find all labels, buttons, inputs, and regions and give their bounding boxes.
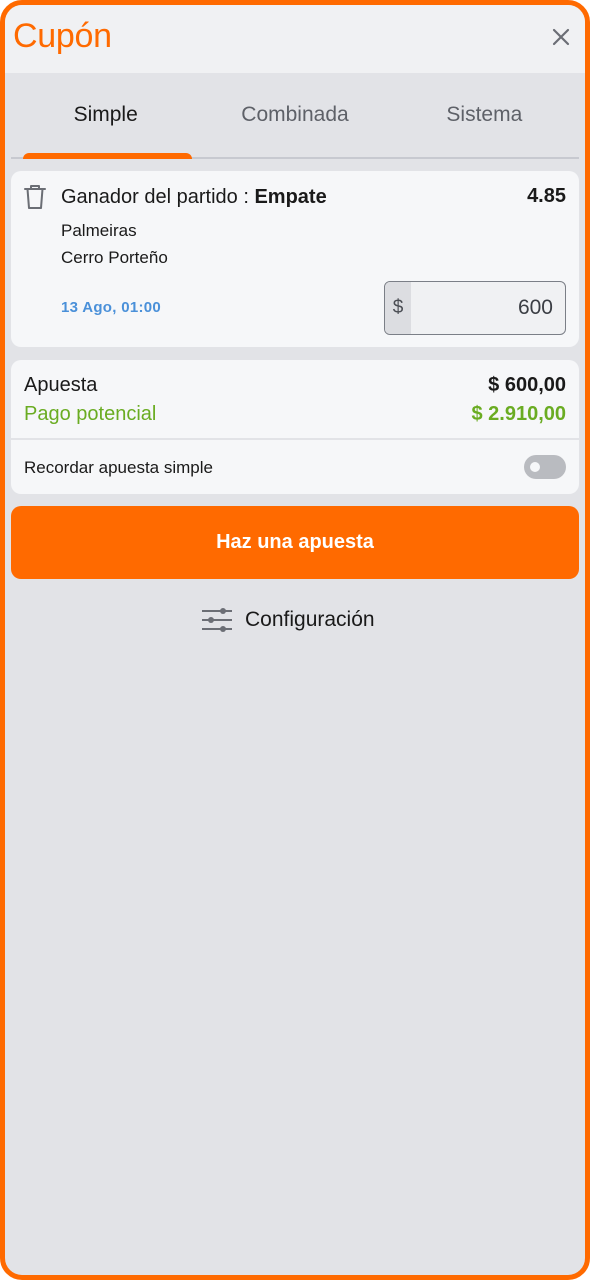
market-name: Ganador del partido : Empate	[61, 186, 327, 209]
remember-stake-toggle[interactable]	[524, 455, 566, 479]
active-tab-indicator	[23, 153, 193, 159]
stake-input[interactable]: $ 600	[384, 281, 566, 335]
bet-summary-card: Apuesta $ 600,00 Pago potencial $ 2.910,…	[11, 360, 579, 494]
tab-label: Combinada	[241, 103, 349, 126]
tab-sistema[interactable]: Sistema	[390, 73, 579, 157]
currency-prefix: $	[385, 282, 411, 334]
bet-selection-card: Ganador del partido : Empate 4.85 Palmei…	[11, 171, 579, 347]
match-date: 13 Ago, 01:00	[61, 299, 162, 316]
close-icon	[552, 28, 570, 46]
page-title: Cupón	[13, 17, 112, 55]
team-home: Palmeiras	[61, 221, 137, 240]
settings-label: Configuración	[245, 608, 375, 631]
stake-label: Apuesta	[24, 374, 98, 396]
close-button[interactable]	[547, 23, 575, 51]
header: Cupón	[5, 5, 585, 73]
payout-value: $ 2.910,00	[471, 403, 566, 425]
market-prefix: Ganador del partido :	[61, 186, 255, 208]
team-away: Cerro Porteño	[61, 248, 168, 267]
delete-selection-button[interactable]	[23, 183, 47, 211]
sliders-icon	[202, 608, 232, 632]
trash-icon	[24, 185, 46, 209]
stake-value[interactable]: 600	[411, 282, 565, 334]
divider	[11, 438, 579, 440]
bet-type-tabs: Simple Combinada Sistema	[11, 73, 579, 159]
tab-label: Sistema	[446, 103, 523, 126]
place-bet-button[interactable]: Haz una apuesta	[11, 506, 579, 579]
payout-label: Pago potencial	[24, 403, 157, 425]
odds-value: 4.85	[527, 185, 566, 207]
tab-label: Simple	[73, 103, 138, 126]
settings-button[interactable]: Configuración	[201, 603, 375, 637]
selection-name: Empate	[254, 186, 327, 208]
tab-combinada[interactable]: Combinada	[200, 73, 389, 157]
betslip-panel: Cupón Simple Combinada Sistema Ganador d…	[0, 0, 590, 1280]
remember-stake-label: Recordar apuesta simple	[24, 458, 213, 477]
tab-simple[interactable]: Simple	[11, 73, 200, 159]
toggle-knob	[530, 462, 540, 472]
stake-total: $ 600,00	[488, 374, 566, 396]
